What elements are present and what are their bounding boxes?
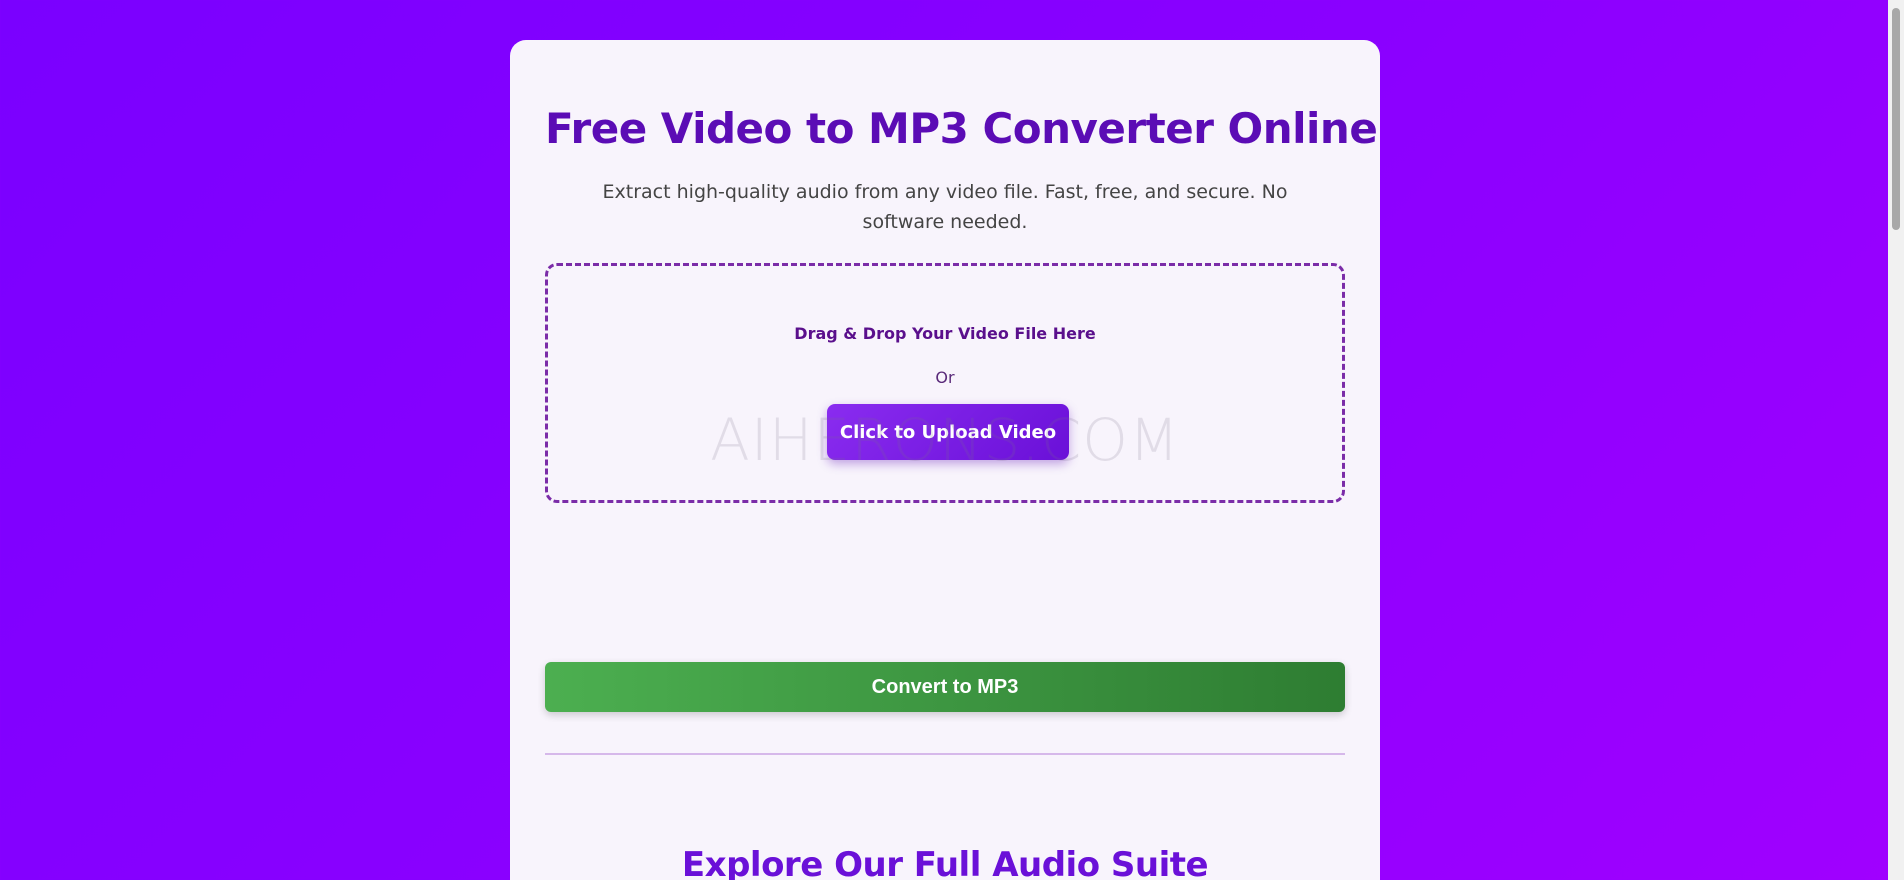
dropzone-title: Drag & Drop Your Video File Here bbox=[794, 324, 1096, 343]
upload-video-button[interactable]: Click to Upload Video bbox=[827, 404, 1069, 460]
video-dropzone[interactable]: Drag & Drop Your Video File Here Or Clic… bbox=[545, 263, 1345, 503]
scrollbar-thumb[interactable] bbox=[1892, 8, 1900, 230]
page-scrollbar[interactable] bbox=[1888, 0, 1904, 880]
converter-card: Free Video to MP3 Converter Online Extra… bbox=[510, 40, 1380, 880]
audio-suite-heading: Explore Our Full Audio Suite bbox=[681, 845, 1209, 880]
convert-to-mp3-button[interactable]: Convert to MP3 bbox=[545, 662, 1345, 712]
page-subtitle: Extract high-quality audio from any vide… bbox=[602, 181, 1288, 233]
dropzone-or-text: Or bbox=[935, 368, 955, 387]
section-divider bbox=[545, 753, 1345, 755]
page-title: Free Video to MP3 Converter Online bbox=[545, 104, 1378, 153]
